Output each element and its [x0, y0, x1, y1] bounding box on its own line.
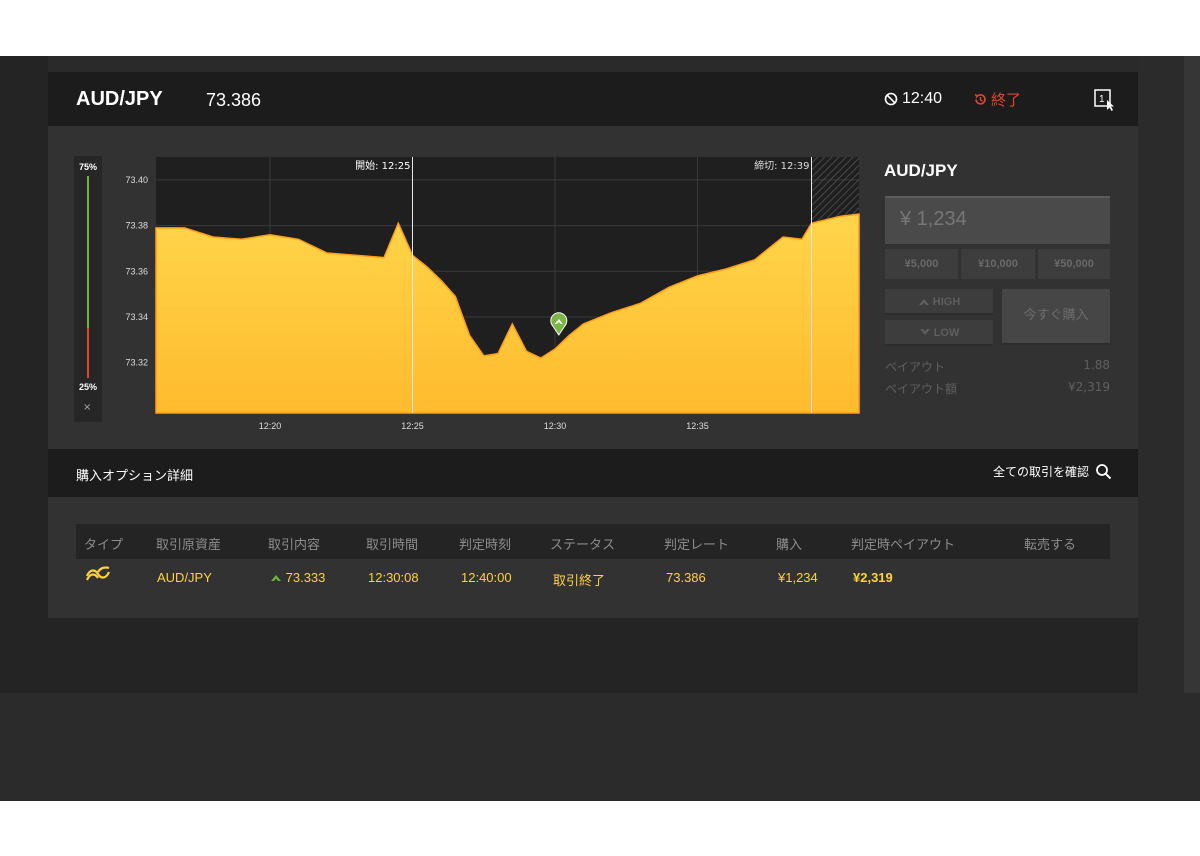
- col-asset: 取引原資産: [156, 538, 222, 553]
- trade-header: AUD/JPY 73.386 12:40 終了 1: [48, 72, 1138, 126]
- svg-text:1: 1: [1099, 94, 1105, 105]
- trade-panel: AUD/JPY 73.386 12:40 終了 1 75% 25% × 開始: …: [48, 72, 1138, 618]
- right-sidebar: [1138, 56, 1184, 693]
- search-icon: [1096, 464, 1112, 480]
- gauge-low-bar: [87, 328, 89, 378]
- y-tick-label: 73.34: [125, 312, 148, 322]
- cell-rate: 73.386: [666, 570, 706, 585]
- page-top-margin: [0, 0, 1200, 56]
- col-status: ステータス: [550, 538, 616, 553]
- current-price: 73.386: [206, 90, 262, 110]
- high-low-type-icon: [85, 566, 111, 581]
- cell-asset: AUD/JPY: [157, 570, 212, 585]
- col-rate: 判定レート: [664, 538, 730, 553]
- high-arrow-icon: [271, 575, 281, 581]
- col-resell: 転売する: [1024, 538, 1077, 553]
- gauge-close-icon[interactable]: ×: [83, 402, 91, 413]
- cell-content-value: 73.333: [285, 570, 326, 585]
- y-tick-label: 73.40: [125, 175, 148, 185]
- col-purchase: 購入: [776, 538, 803, 553]
- expiry-time-label: 12:40: [902, 90, 943, 107]
- cell-payout: ¥2,319: [853, 570, 893, 585]
- payout-amount-value: ¥2,319: [1068, 380, 1110, 394]
- cell-content: 73.333: [270, 570, 325, 585]
- price-chart[interactable]: 開始: 12:25 締切: 12:39 73.40 73.38 73.36 73.34 73…: [108, 152, 868, 437]
- high-button[interactable]: HIGH: [885, 289, 993, 315]
- x-tick-label: 12:35: [686, 421, 709, 431]
- gauge-high-percent: 75%: [79, 162, 98, 172]
- buy-now-button[interactable]: 今すぐ購入: [1002, 289, 1110, 345]
- col-content: 取引内容: [268, 538, 321, 553]
- payout-label: ペイアウト: [885, 360, 946, 374]
- one-click-icon: 1: [1094, 89, 1114, 111]
- col-judge-time: 判定時刻: [459, 538, 512, 553]
- cell-purchase: ¥1,234: [778, 570, 818, 585]
- scrollbar-track[interactable]: [1184, 56, 1200, 693]
- sentiment-gauge: 75% 25% ×: [74, 156, 102, 422]
- payout-value: 1.88: [1083, 358, 1110, 372]
- cell-trade-time: 12:30:08: [368, 570, 419, 585]
- preset-10000-button[interactable]: ¥10,000: [961, 249, 1035, 279]
- low-arrow-icon: [919, 329, 930, 335]
- col-type: タイプ: [84, 538, 124, 553]
- preset-50000-button[interactable]: ¥50,000: [1038, 249, 1110, 279]
- start-label: 開始: 12:25: [355, 159, 410, 172]
- high-label: HIGH: [932, 296, 961, 308]
- gauge-high-bar: [87, 176, 89, 328]
- x-tick-label: 12:30: [544, 421, 567, 431]
- ended-status: 終了: [973, 89, 1021, 110]
- x-tick-label: 12:20: [259, 421, 282, 431]
- buy-panel-title: AUD/JPY: [884, 161, 958, 180]
- expiry-time: 12:40: [884, 90, 942, 108]
- y-tick-label: 73.38: [125, 221, 148, 231]
- view-all-trades-link[interactable]: 全ての取引を確認: [993, 463, 1112, 480]
- amount-input[interactable]: ¥ 1,234: [885, 196, 1110, 244]
- page-footer-area: [0, 693, 1200, 801]
- history-icon: [974, 93, 986, 105]
- details-header: 購入オプション詳細 全ての取引を確認: [48, 449, 1138, 497]
- low-button[interactable]: LOW: [885, 320, 993, 346]
- col-payout: 判定時ペイアウト: [851, 538, 956, 553]
- ended-label: 終了: [991, 91, 1022, 109]
- high-arrow-icon: [918, 299, 929, 305]
- x-tick-label: 12:25: [401, 421, 424, 431]
- gauge-low-percent: 25%: [79, 382, 98, 392]
- cell-status: 取引終了: [553, 573, 606, 588]
- one-click-button[interactable]: 1: [1094, 89, 1116, 115]
- preset-5000-button[interactable]: ¥5,000: [885, 249, 958, 279]
- end-label: 締切: 12:39: [754, 159, 809, 172]
- y-tick-label: 73.36: [125, 266, 148, 276]
- payout-row: ペイアウト 1.88: [885, 358, 1110, 375]
- asset-pair: AUD/JPY: [76, 88, 163, 110]
- top-strip: [48, 56, 1138, 72]
- details-title: 購入オプション詳細: [76, 469, 194, 484]
- low-label: LOW: [933, 327, 960, 339]
- y-tick-label: 73.32: [125, 358, 148, 368]
- payout-amount-label: ペイアウト額: [885, 382, 958, 396]
- col-trade-time: 取引時間: [366, 538, 419, 553]
- view-all-trades-label: 全ての取引を確認: [992, 465, 1089, 479]
- table-header: タイプ 取引原資産 取引内容 取引時間 判定時刻 ステータス 判定レート 購入 …: [76, 524, 1110, 559]
- prohibit-icon: [884, 92, 898, 106]
- cell-judge-time: 12:40:00: [461, 570, 512, 585]
- payout-amount-row: ペイアウト額 ¥2,319: [885, 380, 1110, 397]
